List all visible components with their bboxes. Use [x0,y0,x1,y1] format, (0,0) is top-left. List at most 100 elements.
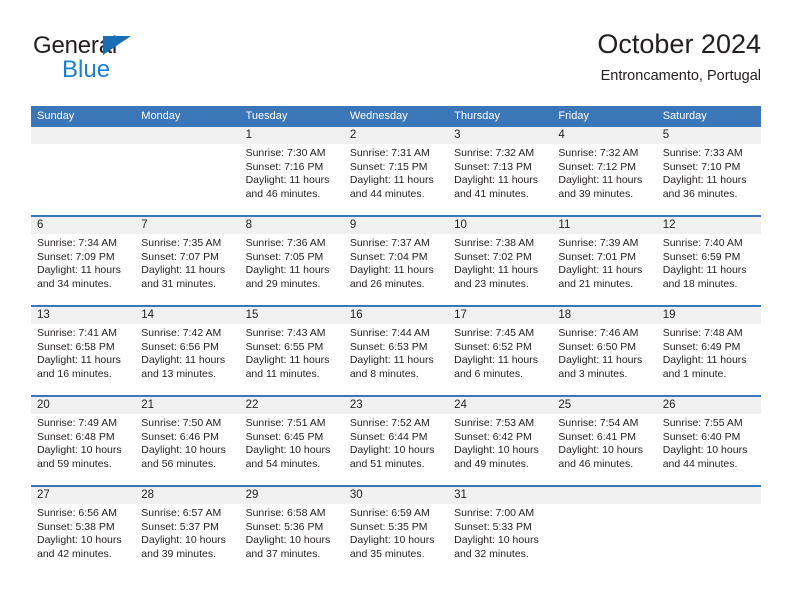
sunset-text: Sunset: 7:16 PM [245,160,324,173]
sunrise-text: Sunrise: 7:38 AM [454,237,535,249]
sunrise-text: Sunrise: 6:58 AM [245,507,326,519]
day-cell[interactable]: Sunrise: 7:31 AM Sunset: 7:15 PM Daylight:… [344,144,448,215]
daylight-text: Daylight: 11 hours and 44 minutes. [349,174,434,200]
sunrise-text: Sunrise: 7:30 AM [245,147,326,159]
day-number[interactable]: 25 [552,397,656,414]
day-cell[interactable]: Sunrise: 6:58 AM Sunset: 5:36 PM Daylight:… [240,504,344,575]
sunrise-text: Sunrise: 7:33 AM [662,147,743,159]
day-number[interactable]: 8 [240,217,344,234]
weekday-header-thursday: Thursday [454,110,500,122]
day-number[interactable]: 28 [135,487,239,504]
day-number[interactable]: 17 [448,307,552,324]
day-cell[interactable]: Sunrise: 7:53 AM Sunset: 6:42 PM Daylight:… [448,414,552,485]
day-number[interactable]: 11 [552,217,656,234]
sunset-text: Sunset: 6:49 PM [662,340,741,353]
day-cell[interactable]: Sunrise: 7:50 AM Sunset: 6:46 PM Daylight:… [135,414,239,485]
day-number[interactable]: 3 [448,127,552,144]
day-number[interactable]: 1 [240,127,344,144]
general-blue-logo: General Blue [31,32,221,88]
day-cell[interactable]: Sunrise: 7:49 AM Sunset: 6:48 PM Daylight:… [31,414,135,485]
day-number[interactable]: 22 [240,397,344,414]
day-number[interactable]: 26 [657,397,761,414]
day-number[interactable]: 27 [31,487,135,504]
day-number[interactable]: 7 [135,217,239,234]
daylight-text: Daylight: 11 hours and 23 minutes. [454,264,538,290]
sunset-text: Sunset: 6:42 PM [454,430,532,443]
day-cell[interactable]: Sunrise: 7:46 AM Sunset: 6:50 PM Daylight:… [552,324,656,395]
day-cell[interactable]: Sunrise: 7:32 AM Sunset: 7:13 PM Daylight:… [448,144,552,215]
daylight-text: Daylight: 11 hours and 34 minutes. [37,264,121,290]
day-number-band: 20 21 22 23 24 25 26 [31,397,761,414]
daylight-text: Daylight: 10 hours and 59 minutes. [37,444,122,470]
day-cell[interactable]: Sunrise: 7:34 AM Sunset: 7:09 PM Daylight:… [31,234,135,305]
day-cell[interactable]: Sunrise: 7:38 AM Sunset: 7:02 PM Daylight:… [448,234,552,305]
day-cell[interactable]: Sunrise: 7:42 AM Sunset: 6:56 PM Daylight:… [135,324,239,395]
sunset-text: Sunset: 6:41 PM [558,430,637,443]
day-cell[interactable]: Sunrise: 7:41 AM Sunset: 6:58 PM Daylight:… [31,324,135,395]
day-cell[interactable]: Sunrise: 7:45 AM Sunset: 6:52 PM Daylight:… [448,324,552,395]
day-cell[interactable]: Sunrise: 7:55 AM Sunset: 6:40 PM Daylight:… [657,414,761,485]
daylight-text: Daylight: 11 hours and 29 minutes. [245,264,330,290]
day-number-empty [31,127,135,144]
day-detail-band: Sunrise: 7:34 AM Sunset: 7:09 PM Daylight:… [31,234,761,305]
day-cell[interactable]: Sunrise: 6:59 AM Sunset: 5:35 PM Daylight:… [344,504,448,575]
day-number[interactable]: 19 [657,307,761,324]
day-cell[interactable]: Sunrise: 7:33 AM Sunset: 7:10 PM Daylight:… [657,144,761,215]
daylight-text: Daylight: 10 hours and 54 minutes. [245,444,331,470]
day-number[interactable]: 12 [657,217,761,234]
day-number[interactable]: 29 [240,487,344,504]
sunset-text: Sunset: 6:55 PM [245,340,324,353]
day-number[interactable]: 21 [135,397,239,414]
day-number[interactable]: 16 [344,307,448,324]
day-number[interactable]: 5 [657,127,761,144]
day-cell[interactable]: Sunrise: 7:44 AM Sunset: 6:53 PM Daylight:… [344,324,448,395]
page-subtitle: Entroncamento, Portugal [600,68,761,84]
day-cell-empty [657,504,761,575]
day-number-band: 12345 [31,127,761,144]
day-cell[interactable]: Sunrise: 6:56 AM Sunset: 5:38 PM Daylight:… [31,504,135,575]
day-number[interactable]: 30 [344,487,448,504]
day-number[interactable]: 4 [552,127,656,144]
day-number[interactable]: 20 [31,397,135,414]
day-number[interactable]: 31 [448,487,552,504]
day-number[interactable]: 6 [31,217,135,234]
day-cell[interactable]: Sunrise: 7:39 AM Sunset: 7:01 PM Daylight:… [552,234,656,305]
day-cell[interactable]: Sunrise: 7:37 AM Sunset: 7:04 PM Daylight:… [344,234,448,305]
sunset-text: Sunset: 5:35 PM [349,520,428,533]
day-number[interactable]: 18 [552,307,656,324]
day-cell[interactable]: Sunrise: 7:30 AM Sunset: 7:16 PM Daylight:… [240,144,344,215]
sunset-text: Sunset: 6:59 PM [662,250,741,263]
day-number[interactable]: 23 [344,397,448,414]
day-number[interactable]: 15 [240,307,344,324]
day-number[interactable]: 9 [344,217,448,234]
sunrise-text: Sunrise: 6:57 AM [141,507,222,519]
day-cell[interactable]: Sunrise: 6:57 AM Sunset: 5:37 PM Daylight:… [135,504,239,575]
day-cell[interactable]: Sunrise: 7:54 AM Sunset: 6:41 PM Daylight:… [552,414,656,485]
day-cell[interactable]: Sunrise: 7:48 AM Sunset: 6:49 PM Daylight:… [657,324,761,395]
sunrise-text: Sunrise: 7:32 AM [558,147,639,159]
day-cell[interactable]: Sunrise: 7:00 AM Sunset: 5:33 PM Daylight:… [448,504,552,575]
day-number[interactable]: 13 [31,307,135,324]
sunrise-text: Sunrise: 7:39 AM [558,237,639,249]
sunrise-text: Sunrise: 7:40 AM [662,237,743,249]
sunrise-text: Sunrise: 7:35 AM [141,237,222,249]
day-cell[interactable]: Sunrise: 7:52 AM Sunset: 6:44 PM Daylight:… [344,414,448,485]
day-cell[interactable]: Sunrise: 7:43 AM Sunset: 6:55 PM Daylight:… [240,324,344,395]
day-cell[interactable]: Sunrise: 7:51 AM Sunset: 6:45 PM Daylight:… [240,414,344,485]
sunrise-text: Sunrise: 7:32 AM [454,147,535,159]
sunrise-text: Sunrise: 7:42 AM [141,327,222,339]
sunrise-text: Sunrise: 7:55 AM [662,417,743,429]
sunset-text: Sunset: 5:33 PM [454,520,532,533]
daylight-text: Daylight: 11 hours and 1 minute. [662,354,747,380]
day-number-band: 6 7 8 9 10 11 12 [31,217,761,234]
day-cell[interactable]: Sunrise: 7:32 AM Sunset: 7:12 PM Daylight:… [552,144,656,215]
sunrise-text: Sunrise: 6:56 AM [37,507,117,519]
day-number[interactable]: 10 [448,217,552,234]
day-cell[interactable]: Sunrise: 7:36 AM Sunset: 7:05 PM Daylight:… [240,234,344,305]
day-number[interactable]: 14 [135,307,239,324]
day-number[interactable]: 2 [344,127,448,144]
day-cell[interactable]: Sunrise: 7:40 AM Sunset: 6:59 PM Daylight:… [657,234,761,305]
daylight-text: Daylight: 10 hours and 44 minutes. [662,444,748,470]
day-number[interactable]: 24 [448,397,552,414]
day-cell[interactable]: Sunrise: 7:35 AM Sunset: 7:07 PM Daylight:… [135,234,239,305]
